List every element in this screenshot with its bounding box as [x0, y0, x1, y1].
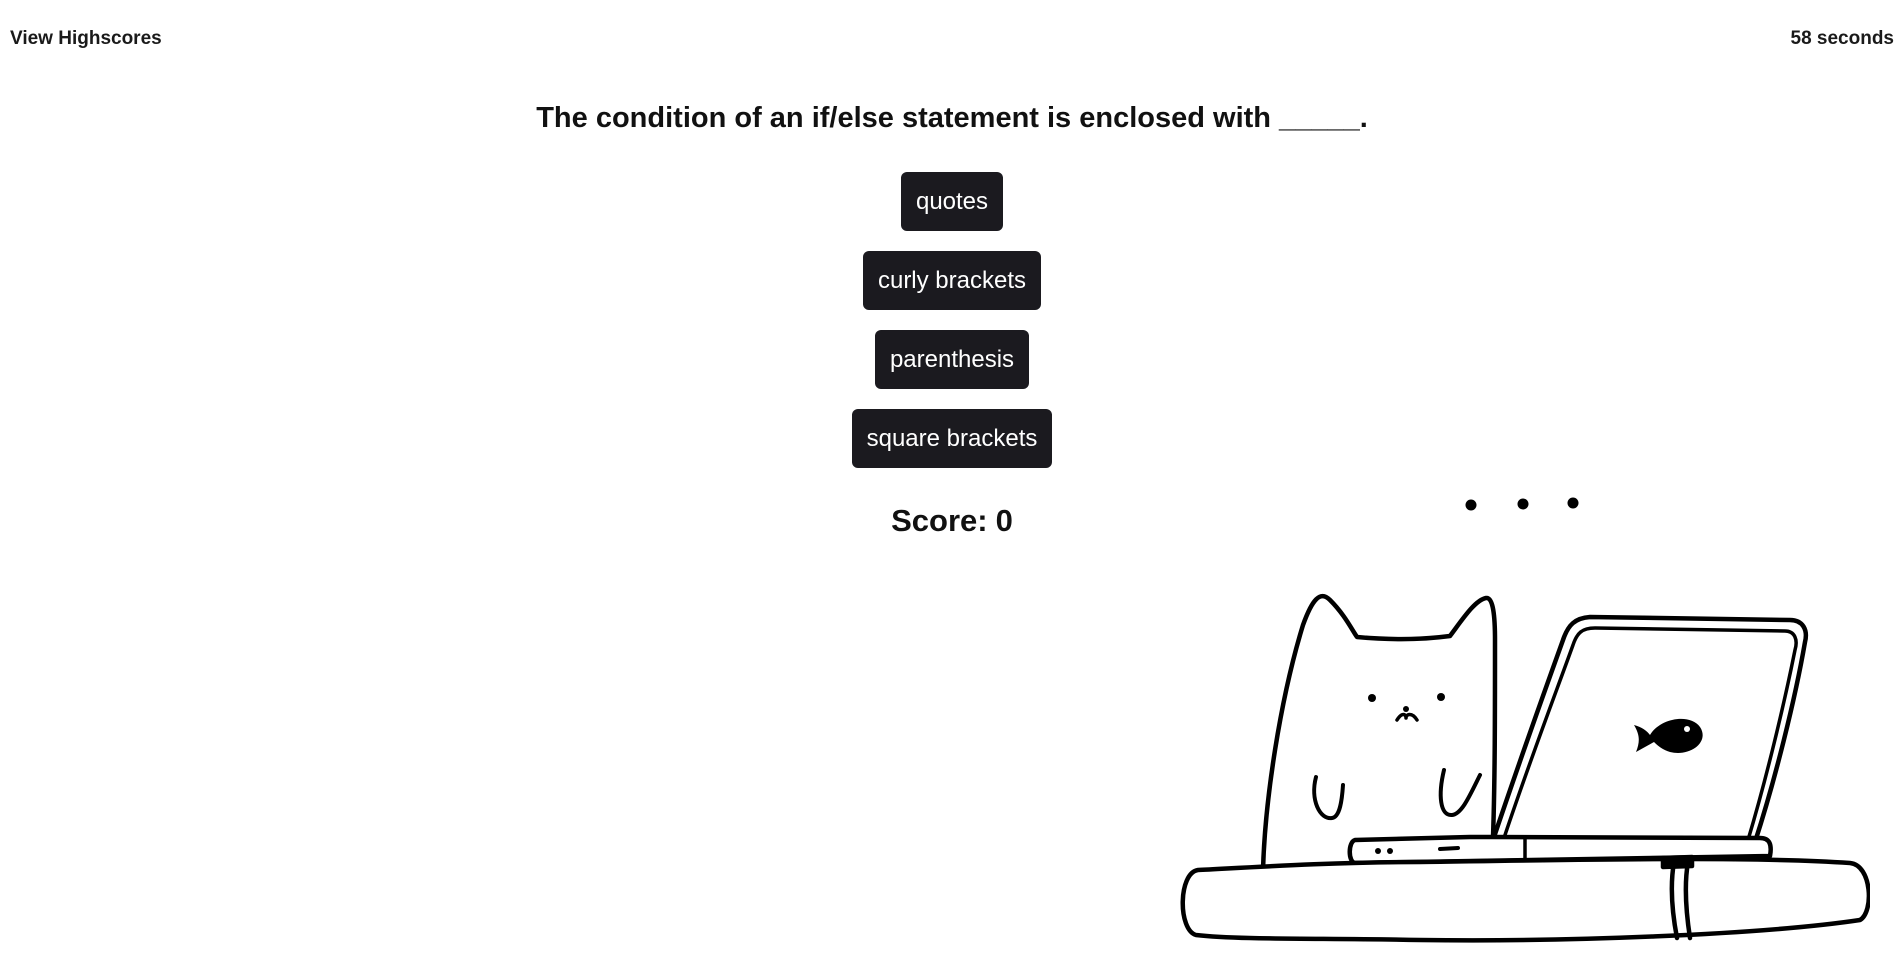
thought-dot [1465, 499, 1477, 511]
score-value: 0 [995, 503, 1013, 538]
thought-dot [1567, 497, 1579, 509]
cat-nose [1403, 706, 1409, 712]
choice-button-curly-brackets[interactable]: curly brackets [862, 251, 1042, 310]
answer-choices: quotes curly brackets parenthesis square… [0, 172, 1904, 488]
thought-dot [1517, 498, 1529, 510]
view-highscores-link[interactable]: View Highscores [10, 28, 162, 50]
cat-eye [1437, 693, 1445, 701]
laptop-slot [1438, 846, 1460, 851]
countdown-timer: 58 seconds [1790, 28, 1895, 49]
fish-eye [1684, 726, 1690, 732]
cushion-strap-top [1660, 854, 1695, 870]
cat-eye [1368, 694, 1376, 702]
question-text: The condition of an if/else statement is… [536, 102, 1368, 134]
choice-button-parenthesis[interactable]: parenthesis [874, 330, 1030, 389]
cat-with-laptop-icon [1180, 497, 1870, 943]
choice-button-square-brackets[interactable]: square brackets [851, 409, 1053, 468]
laptop-light [1375, 848, 1381, 854]
score-label: Score: [891, 503, 988, 538]
choice-button-quotes[interactable]: quotes [900, 172, 1004, 231]
cushion [1180, 856, 1870, 943]
cat-body [1260, 593, 1498, 873]
laptop-light [1387, 848, 1393, 854]
quiz-page: View Highscores 58 seconds The condition… [0, 0, 1904, 961]
